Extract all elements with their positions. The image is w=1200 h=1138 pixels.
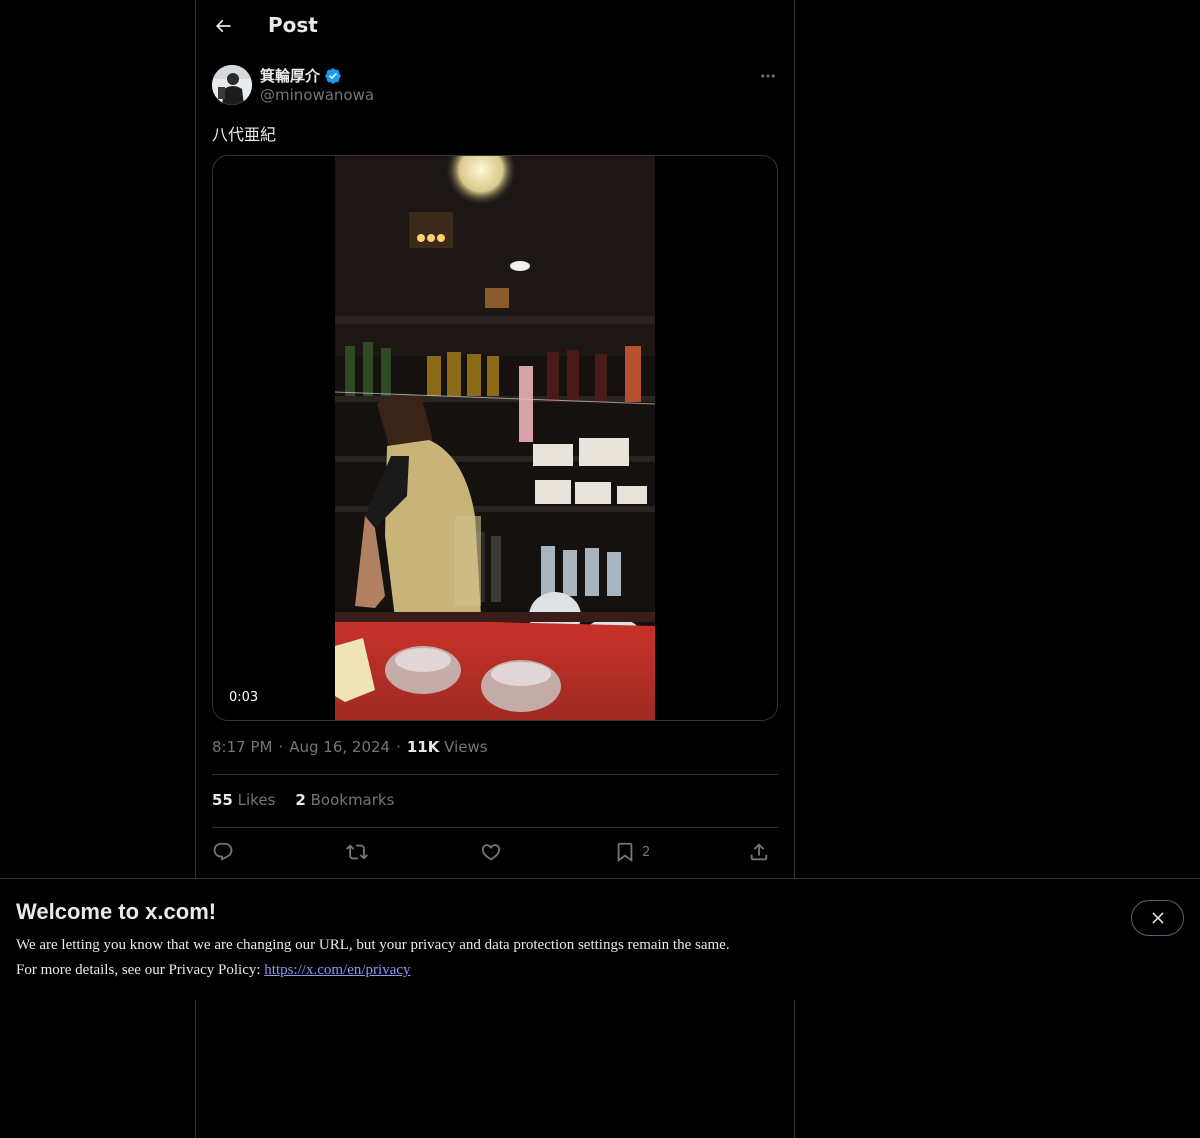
repost-icon [346,844,368,860]
views-count: 11K [406,738,440,756]
likes-label: Likes [237,791,276,809]
close-icon [1151,912,1164,924]
welcome-banner: Welcome to x.com! We are letting you kno… [0,878,1200,1000]
like-icon [481,844,501,861]
repost-button[interactable] [346,838,368,866]
author-display-name[interactable]: 箕輪厚介 [260,65,320,86]
views-label: Views [444,738,488,756]
page-title: Post [268,13,318,37]
reply-icon [213,842,233,861]
share-icon [750,843,768,861]
avatar[interactable] [212,65,252,105]
video-duration: 0:03 [221,688,267,707]
post-meta: 8:17 PM · Aug 16, 2024 · 11K Views [212,738,488,756]
page-header: Post [196,0,794,53]
post-date[interactable]: Aug 16, 2024 [289,738,390,756]
share-button[interactable] [748,838,770,866]
meta-separator: · [396,738,401,756]
video-player[interactable]: 0:03 [212,155,778,721]
bookmarks-count: 2 [295,791,306,809]
bookmarks-label: Bookmarks [310,791,395,809]
back-arrow-icon [215,19,231,33]
bookmark-button[interactable]: 2 [614,838,650,866]
verified-badge-icon [325,67,341,84]
author-handle[interactable]: @minowanowa [260,86,374,104]
more-button[interactable] [756,64,780,88]
close-banner-button[interactable] [1131,900,1184,936]
like-button[interactable] [480,838,502,866]
video-still [335,156,655,720]
banner-policy-text: For more details, see our Privacy Policy… [16,962,265,978]
author-name[interactable]: 箕輪厚介 [260,65,342,86]
bookmark-icon [617,842,633,863]
post-time[interactable]: 8:17 PM [212,738,272,756]
bookmark-count: 2 [642,844,651,860]
likes-stat[interactable]: 55 Likes [212,791,275,809]
reply-button[interactable] [212,838,234,866]
banner-title: Welcome to x.com! [16,899,217,924]
post-stats: 55 Likes 2 Bookmarks [212,791,394,809]
back-button[interactable] [206,9,240,43]
bookmarks-stat[interactable]: 2 Bookmarks [295,791,394,809]
more-icon [761,74,775,78]
meta-separator: · [278,738,284,756]
video-frame[interactable] [335,156,655,720]
divider [212,827,778,828]
tweet-text: 八代亜紀 [212,125,277,144]
banner-message: We are letting you know that we are chan… [16,937,730,953]
action-bar: 2 [212,838,778,866]
privacy-policy-link[interactable]: https://x.com/en/privacy [264,962,410,978]
likes-count: 55 [212,791,233,809]
banner-policy-line: For more details, see our Privacy Policy… [16,962,411,979]
divider [212,774,778,775]
